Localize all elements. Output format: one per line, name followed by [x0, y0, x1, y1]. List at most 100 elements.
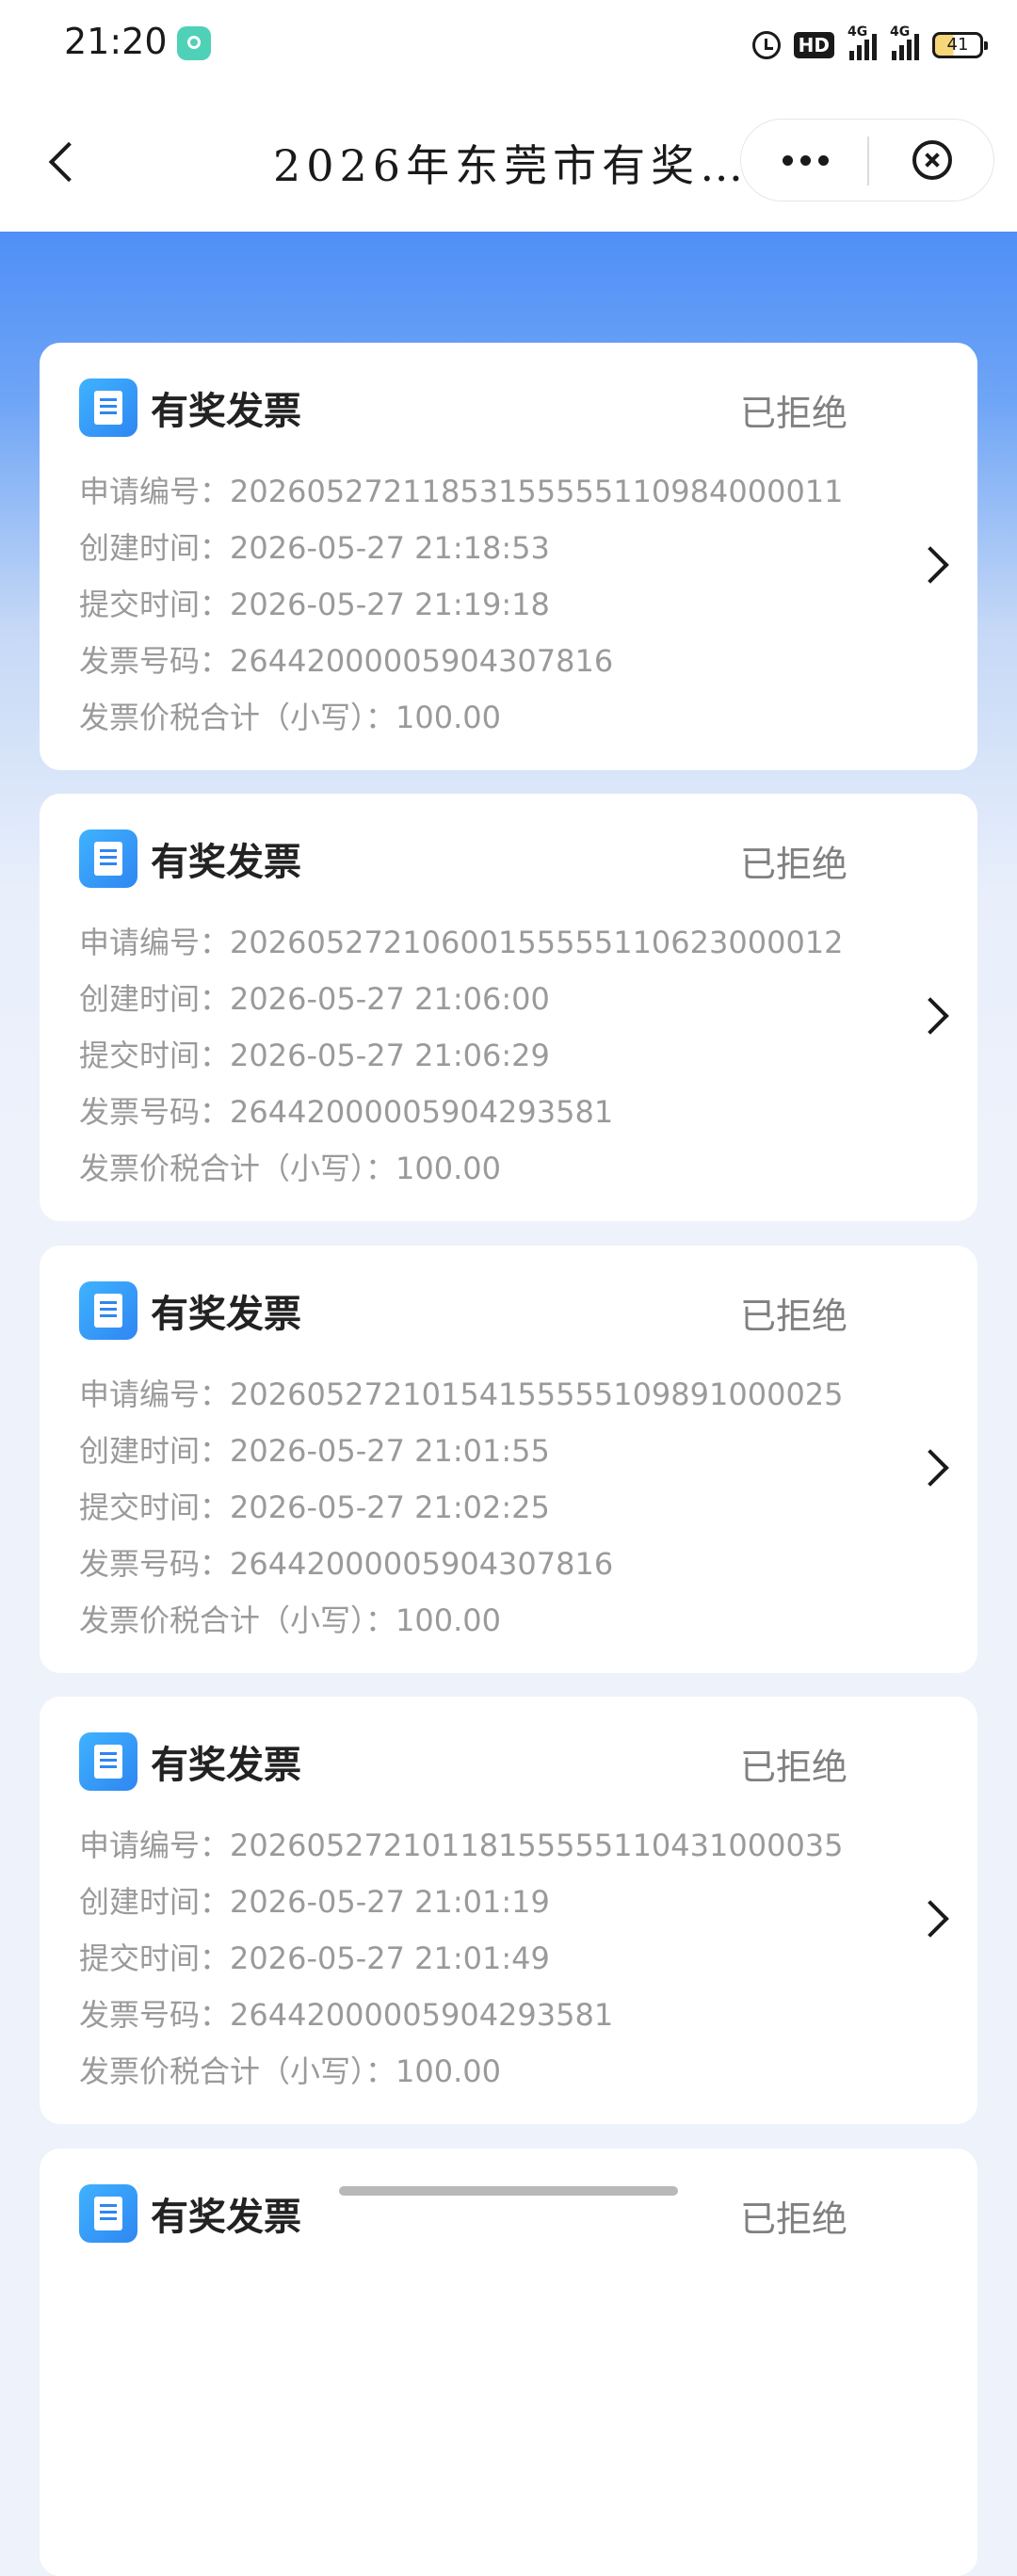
created-value: 2026-05-27 21:01:55 [230, 1433, 550, 1469]
card-details: 申请编号：20260527211853155555110984000011 创建… [79, 473, 844, 755]
invoice-icon [79, 378, 137, 437]
invoice-no-value: 26442000005904293581 [230, 1094, 614, 1130]
invoice-no-row: 发票号码：26442000005904307816 [79, 1545, 844, 1602]
chevron-right-icon[interactable] [915, 1445, 953, 1483]
page-title: 2026年东莞市有奖发… [273, 140, 744, 188]
app-no-value: 20260527210600155555110623000012 [230, 925, 844, 960]
invoice-no-value: 26442000005904307816 [230, 1546, 614, 1582]
created-row: 创建时间：2026-05-27 21:01:55 [79, 1432, 844, 1489]
total-label: 发票价税合计（小写）： [79, 2053, 396, 2089]
status-icons: HD 4G 4G 41 [751, 24, 988, 64]
chevron-right-icon[interactable] [915, 993, 953, 1031]
invoice-no-label: 发票号码： [79, 643, 231, 679]
invoice-card[interactable]: 有奖发票 已拒绝 申请编号：20260527210118155555110431… [40, 1697, 977, 2124]
card-details: 申请编号：20260527210154155555109891000025 创建… [79, 1376, 844, 1658]
invoice-no-value: 26442000005904307816 [230, 643, 614, 679]
total-label: 发票价税合计（小写）： [79, 1151, 396, 1186]
card-title: 有奖发票 [151, 1744, 301, 1787]
close-button[interactable] [869, 120, 993, 201]
card-title: 有奖发票 [151, 390, 301, 433]
battery-icon: 41 [932, 32, 988, 58]
total-label: 发票价税合计（小写）： [79, 1602, 396, 1638]
submitted-value: 2026-05-27 21:06:29 [230, 1038, 550, 1073]
more-button[interactable] [741, 120, 867, 201]
signal-icon: 4G [890, 24, 919, 60]
total-row: 发票价税合计（小写）：100.00 [79, 699, 844, 755]
created-row: 创建时间：2026-05-27 21:18:53 [79, 529, 844, 586]
invoice-no-row: 发票号码：26442000005904293581 [79, 1996, 844, 2053]
close-circle-icon [912, 140, 952, 180]
app-no-label: 申请编号： [79, 1827, 231, 1863]
app-no-row: 申请编号：20260527210600155555110623000012 [79, 924, 844, 980]
status-badge: 已拒绝 [740, 1296, 848, 1337]
submitted-value: 2026-05-27 21:01:49 [230, 1940, 550, 1976]
created-value: 2026-05-27 21:06:00 [230, 981, 550, 1017]
app-no-value: 20260527210118155555110431000035 [230, 1827, 844, 1863]
app-no-label: 申请编号： [79, 1377, 231, 1412]
invoice-icon [79, 829, 137, 888]
invoice-no-label: 发票号码： [79, 1094, 231, 1130]
app-no-label: 申请编号： [79, 925, 231, 960]
alarm-icon [751, 31, 781, 59]
content-area: 有奖发票 已拒绝 申请编号：20260527211853155555110984… [0, 232, 1017, 2576]
card-details: 申请编号：20260527210600155555110623000012 创建… [79, 924, 844, 1206]
invoice-icon [79, 1281, 137, 1340]
invoice-card[interactable]: 有奖发票 已拒绝 申请编号：20260527211853155555110984… [40, 343, 977, 770]
submitted-label: 提交时间： [79, 1940, 231, 1976]
app-no-value: 20260527210154155555109891000025 [230, 1377, 844, 1412]
submitted-label: 提交时间： [79, 587, 231, 622]
invoice-card[interactable]: 有奖发票 已拒绝 申请编号：20260527210600155555110623… [40, 794, 977, 1221]
invoice-icon [79, 2184, 137, 2243]
total-row: 发票价税合计（小写）：100.00 [79, 2053, 844, 2109]
invoice-card[interactable]: 有奖发票 已拒绝 [40, 2149, 977, 2576]
chevron-right-icon[interactable] [915, 1896, 953, 1934]
submitted-label: 提交时间： [79, 1489, 231, 1525]
submitted-row: 提交时间：2026-05-27 21:19:18 [79, 586, 844, 642]
mini-program-capsule [740, 119, 994, 201]
invoice-no-value: 26442000005904293581 [230, 1997, 614, 2033]
submitted-label: 提交时间： [79, 1038, 231, 1073]
created-row: 创建时间：2026-05-27 21:01:19 [79, 1883, 844, 1940]
submitted-row: 提交时间：2026-05-27 21:06:29 [79, 1037, 844, 1093]
total-value: 100.00 [396, 2053, 501, 2089]
app-no-row: 申请编号：20260527210154155555109891000025 [79, 1376, 844, 1432]
invoice-card[interactable]: 有奖发票 已拒绝 申请编号：20260527210154155555109891… [40, 1246, 977, 1673]
status-badge: 已拒绝 [740, 1747, 848, 1788]
back-button[interactable] [38, 133, 94, 189]
invoice-no-row: 发票号码：26442000005904293581 [79, 1093, 844, 1150]
status-badge: 已拒绝 [740, 393, 848, 434]
total-value: 100.00 [396, 700, 501, 735]
submitted-value: 2026-05-27 21:02:25 [230, 1489, 550, 1525]
created-value: 2026-05-27 21:18:53 [230, 530, 550, 566]
total-row: 发票价税合计（小写）：100.00 [79, 1150, 844, 1206]
created-row: 创建时间：2026-05-27 21:06:00 [79, 980, 844, 1037]
app-no-row: 申请编号：20260527210118155555110431000035 [79, 1827, 844, 1883]
created-label: 创建时间： [79, 981, 231, 1017]
network-type-label: 4G [848, 24, 868, 40]
card-title: 有奖发票 [151, 841, 301, 884]
card-title: 有奖发票 [151, 2196, 301, 2239]
card-details: 申请编号：20260527210118155555110431000035 创建… [79, 1827, 844, 2109]
app-no-value: 20260527211853155555110984000011 [230, 474, 844, 509]
created-label: 创建时间： [79, 1884, 231, 1920]
home-indicator[interactable] [339, 2186, 678, 2196]
signal-icon: 4G [848, 24, 877, 60]
total-row: 发票价税合计（小写）：100.00 [79, 1602, 844, 1658]
submitted-row: 提交时间：2026-05-27 21:02:25 [79, 1489, 844, 1545]
chevron-right-icon[interactable] [915, 542, 953, 580]
status-bar: 21:20 HD 4G 4G 41 [0, 0, 1017, 90]
card-title: 有奖发票 [151, 1293, 301, 1336]
app-no-row: 申请编号：20260527211853155555110984000011 [79, 473, 844, 529]
status-time: 21:20 [64, 21, 168, 62]
created-label: 创建时间： [79, 530, 231, 566]
created-value: 2026-05-27 21:01:19 [230, 1884, 550, 1920]
hd-icon: HD [793, 32, 834, 58]
nav-bar: 2026年东莞市有奖发… [0, 90, 1017, 232]
app-notification-icon [177, 26, 211, 60]
created-label: 创建时间： [79, 1433, 231, 1469]
app-no-label: 申请编号： [79, 474, 231, 509]
network-type-label: 4G [890, 24, 911, 40]
status-badge: 已拒绝 [740, 844, 848, 885]
invoice-no-label: 发票号码： [79, 1546, 231, 1582]
invoice-icon [79, 1732, 137, 1791]
